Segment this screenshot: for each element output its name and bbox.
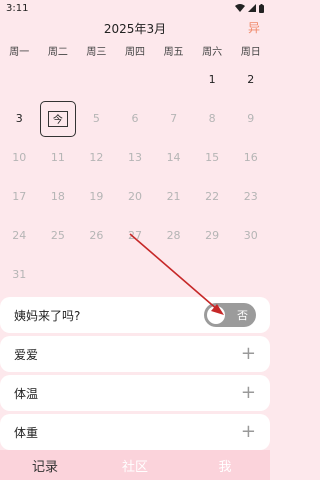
- status-icons: [235, 3, 264, 13]
- add-icon[interactable]: +: [241, 423, 256, 441]
- calendar-day[interactable]: 3: [0, 99, 39, 138]
- weekday-label: 周六: [202, 47, 223, 58]
- month-header: 2025年3月 异: [0, 17, 270, 39]
- period-card: 姨妈来了吗? 否: [0, 297, 270, 333]
- calendar-day[interactable]: 27: [116, 216, 155, 255]
- nav-me[interactable]: 我: [180, 456, 270, 475]
- calendar-day[interactable]: 2: [231, 60, 270, 99]
- toggle-label: 否: [237, 309, 248, 322]
- calendar-day[interactable]: 1: [193, 60, 232, 99]
- status-time: 3:11: [6, 2, 29, 14]
- row-label: 爱爱: [14, 347, 39, 362]
- calendar-day[interactable]: 10: [0, 138, 39, 177]
- calendar-day[interactable]: 23: [231, 177, 270, 216]
- calendar-day[interactable]: 16: [231, 138, 270, 177]
- calendar-day[interactable]: 5: [77, 99, 116, 138]
- add-icon[interactable]: +: [241, 345, 256, 363]
- calendar-day[interactable]: 26: [77, 216, 116, 255]
- calendar-grid: 1 2 3 今 5 6 7 8 9 10 11 12 13 14 15 16 17 18 19 20 21 22 23 24 2…: [0, 60, 270, 294]
- calendar-day[interactable]: 19: [77, 177, 116, 216]
- calendar-day[interactable]: 25: [39, 216, 78, 255]
- calendar-day-today[interactable]: 今: [39, 99, 78, 138]
- calendar-day[interactable]: 8: [193, 99, 232, 138]
- row-label: 体重: [14, 425, 39, 440]
- period-question: 姨妈来了吗?: [14, 308, 81, 323]
- month-title[interactable]: 2025年3月: [104, 20, 166, 37]
- exception-button[interactable]: 异: [248, 19, 260, 36]
- calendar-day[interactable]: 12: [77, 138, 116, 177]
- calendar-day[interactable]: 6: [116, 99, 155, 138]
- today-label: 今: [47, 110, 68, 127]
- calendar-day[interactable]: 20: [116, 177, 155, 216]
- calendar-day[interactable]: 21: [154, 177, 193, 216]
- calendar-day[interactable]: 18: [39, 177, 78, 216]
- calendar-day[interactable]: 24: [0, 216, 39, 255]
- signal-icon: [248, 4, 256, 12]
- calendar-day[interactable]: 28: [154, 216, 193, 255]
- nav-community[interactable]: 社区: [90, 456, 180, 475]
- add-icon[interactable]: +: [241, 384, 256, 402]
- weekday-label: 周五: [163, 47, 184, 58]
- weekday-label: 周日: [240, 47, 261, 58]
- weekday-row: 周一 周二 周三 周四 周五 周六 周日: [0, 43, 270, 59]
- calendar-day[interactable]: 7: [154, 99, 193, 138]
- calendar-day[interactable]: 29: [193, 216, 232, 255]
- weekday-label: 周一: [9, 47, 30, 58]
- nav-record[interactable]: 记录: [0, 456, 90, 475]
- toggle-knob: [207, 306, 225, 324]
- calendar-day[interactable]: 15: [193, 138, 232, 177]
- row-love[interactable]: 爱爱 +: [0, 336, 270, 372]
- period-toggle[interactable]: 否: [204, 303, 256, 327]
- row-label: 体温: [14, 386, 39, 401]
- calendar-day[interactable]: 31: [0, 255, 39, 294]
- today-highlight: 今: [39, 100, 76, 137]
- calendar-day[interactable]: 17: [0, 177, 39, 216]
- weekday-label: 周四: [124, 47, 145, 58]
- calendar-day[interactable]: 30: [231, 216, 270, 255]
- weekday-label: 周三: [86, 47, 107, 58]
- calendar-day[interactable]: 22: [193, 177, 232, 216]
- calendar-day[interactable]: 9: [231, 99, 270, 138]
- calendar-day[interactable]: 11: [39, 138, 78, 177]
- calendar-day[interactable]: 13: [116, 138, 155, 177]
- row-temperature[interactable]: 体温 +: [0, 375, 270, 411]
- wifi-icon: [235, 4, 245, 12]
- bottom-nav: 记录 社区 我: [0, 450, 270, 480]
- battery-icon: [259, 3, 264, 13]
- weekday-label: 周二: [47, 47, 68, 58]
- status-bar: 3:11: [0, 0, 270, 16]
- calendar-day[interactable]: 14: [154, 138, 193, 177]
- row-weight[interactable]: 体重 +: [0, 414, 270, 450]
